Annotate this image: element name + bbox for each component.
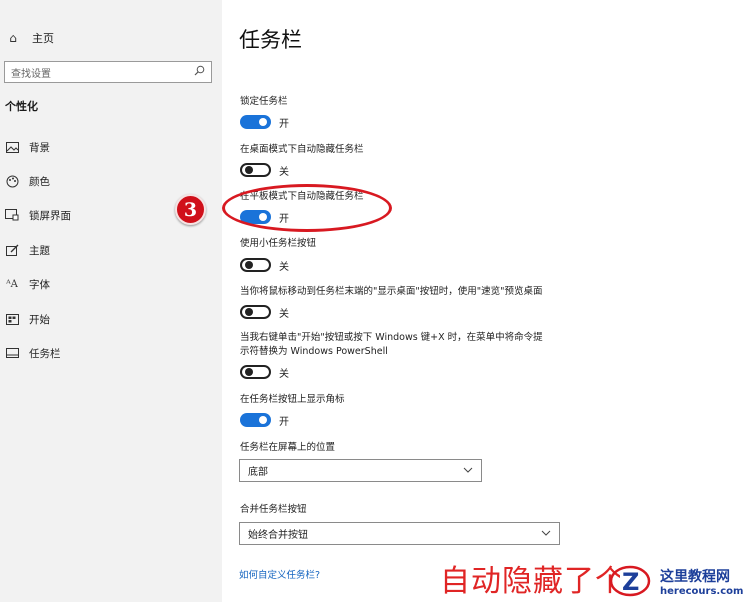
setting-label-autohide-desktop: 在桌面模式下自动隐藏任务栏 xyxy=(240,144,364,155)
svg-text:Z: Z xyxy=(622,568,639,596)
taskbar-position-dropdown[interactable]: 底部 xyxy=(239,459,482,482)
taskbar-position-value: 底部 xyxy=(248,467,268,478)
sidebar-item-fonts[interactable]: ᴬA 字体 xyxy=(0,272,222,296)
picture-icon xyxy=(4,140,20,154)
sidebar-item-label: 颜色 xyxy=(29,175,50,188)
toggle-autohide-desktop[interactable] xyxy=(240,163,271,177)
toggle-knob xyxy=(259,416,267,424)
sidebar-item-label: 锁屏界面 xyxy=(29,209,71,222)
toggle-state-peek: 关 xyxy=(279,309,289,320)
combine-buttons-value: 始终合并按钮 xyxy=(248,530,308,541)
watermark-url: herecours.com xyxy=(660,585,744,597)
sidebar-item-start[interactable]: 开始 xyxy=(0,307,222,331)
settings-sidebar: ⌂ 主页 查找设置 个性化 背景 颜色 锁屏界面 主题 ᴬA 字体 开始 任务栏 xyxy=(0,0,222,602)
toggle-knob xyxy=(245,261,253,269)
setting-label-badges: 在任务栏按钮上显示角标 xyxy=(240,394,345,405)
watermark-title: 这里教程网 xyxy=(660,568,730,585)
combine-buttons-dropdown[interactable]: 始终合并按钮 xyxy=(239,522,560,545)
sidebar-item-label: 主题 xyxy=(29,244,50,257)
toggle-lock-taskbar[interactable] xyxy=(240,115,271,129)
step-number-badge: 3 xyxy=(175,194,206,225)
start-icon xyxy=(4,312,20,326)
settings-search-box[interactable]: 查找设置 xyxy=(4,61,212,83)
toggle-badges[interactable] xyxy=(240,413,271,427)
section-title: 个性化 xyxy=(5,100,38,113)
sidebar-item-label: 字体 xyxy=(29,278,50,291)
highlight-ellipse xyxy=(222,184,392,232)
sidebar-item-label: 任务栏 xyxy=(29,347,61,360)
watermark-logo-icon: Z xyxy=(608,561,656,601)
setting-label-powershell-line1: 当我右键单击"开始"按钮或按下 Windows 键+X 时，在菜单中将命令提 xyxy=(240,332,543,343)
sidebar-item-themes[interactable]: 主题 xyxy=(0,238,222,262)
chevron-down-icon xyxy=(463,465,473,476)
home-nav-item[interactable]: ⌂ 主页 xyxy=(6,30,54,46)
search-icon[interactable] xyxy=(194,65,205,79)
toggle-state-badges: 开 xyxy=(279,417,289,428)
toggle-state-small-buttons: 关 xyxy=(279,262,289,273)
sidebar-item-taskbar[interactable]: 任务栏 xyxy=(0,341,222,365)
setting-label-small-buttons: 使用小任务栏按钮 xyxy=(240,238,317,249)
lock-screen-icon xyxy=(4,208,20,222)
annotation-caption: 自动隐藏了个 xyxy=(440,564,620,599)
sidebar-item-label: 开始 xyxy=(29,313,50,326)
combine-buttons-label: 合并任务栏按钮 xyxy=(240,504,307,515)
setting-label-lock-taskbar: 锁定任务栏 xyxy=(240,96,288,107)
watermark: Z 这里教程网 herecours.com xyxy=(608,560,756,602)
toggle-state-lock-taskbar: 开 xyxy=(279,119,289,130)
setting-label-peek: 当你将鼠标移动到任务栏末端的"显示桌面"按钮时，使用"速览"预览桌面 xyxy=(240,286,543,297)
sidebar-item-background[interactable]: 背景 xyxy=(0,135,222,159)
sidebar-item-colors[interactable]: 颜色 xyxy=(0,169,222,193)
font-icon: ᴬA xyxy=(6,278,18,290)
sidebar-item-label: 背景 xyxy=(29,141,50,154)
toggle-small-buttons[interactable] xyxy=(240,258,271,272)
taskbar-position-label: 任务栏在屏幕上的位置 xyxy=(240,442,336,453)
chevron-down-icon xyxy=(541,528,551,539)
help-link[interactable]: 如何自定义任务栏? xyxy=(239,567,320,581)
toggle-powershell[interactable] xyxy=(240,365,271,379)
toggle-state-autohide-desktop: 关 xyxy=(279,167,289,178)
taskbar-icon xyxy=(4,346,20,360)
toggle-knob xyxy=(245,368,253,376)
page-title: 任务栏 xyxy=(239,28,302,52)
palette-icon xyxy=(4,174,20,188)
toggle-knob xyxy=(259,118,267,126)
setting-label-powershell-line2: 示符替换为 Windows PowerShell xyxy=(240,346,388,357)
brush-icon xyxy=(4,243,20,257)
home-label: 主页 xyxy=(32,32,54,45)
toggle-peek[interactable] xyxy=(240,305,271,319)
toggle-knob xyxy=(245,166,253,174)
home-icon: ⌂ xyxy=(9,31,17,45)
toggle-knob xyxy=(245,308,253,316)
search-placeholder: 查找设置 xyxy=(11,68,51,80)
toggle-state-powershell: 关 xyxy=(279,369,289,380)
